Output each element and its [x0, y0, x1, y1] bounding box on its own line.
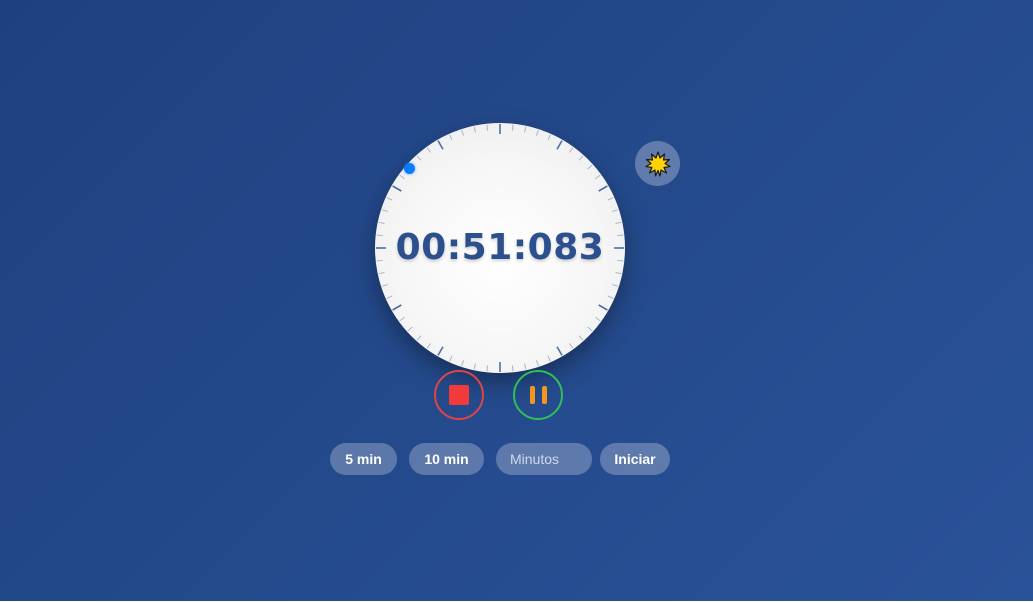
dial-minor-tick [547, 355, 551, 362]
dial-minor-tick [473, 126, 476, 133]
dial-minor-tick [407, 326, 413, 332]
dial-minor-tick [535, 360, 539, 367]
dial-minor-tick [612, 283, 619, 287]
stop-icon [449, 385, 469, 405]
preset-10-min-button[interactable]: 10 min [409, 443, 484, 475]
dial-major-tick [437, 346, 444, 356]
dial-major-tick [392, 185, 402, 192]
dial-minor-tick [449, 355, 453, 362]
dial-minor-tick [426, 343, 432, 349]
dial-minor-tick [399, 174, 405, 180]
dial-minor-tick [416, 335, 422, 341]
dial-minor-tick [578, 335, 584, 341]
dial-minor-tick [612, 209, 619, 213]
dial-minor-tick [547, 134, 551, 141]
dial-major-tick [392, 304, 402, 311]
dial-major-tick [437, 140, 444, 150]
sun-icon [644, 150, 671, 177]
dial-minor-tick [486, 124, 489, 131]
minutes-input[interactable] [496, 443, 592, 475]
dial-major-tick [598, 185, 608, 192]
dial-minor-tick [595, 174, 601, 180]
dial-minor-tick [378, 272, 385, 275]
theme-toggle-button[interactable] [635, 141, 680, 186]
dial-minor-tick [461, 129, 465, 136]
pause-icon [529, 386, 547, 404]
dial-minor-tick [615, 221, 622, 224]
dial-minor-tick [568, 147, 574, 153]
preset-5-min-button[interactable]: 5 min [330, 443, 397, 475]
dial-minor-tick [595, 316, 601, 322]
dial-minor-tick [486, 365, 489, 372]
dial-minor-tick [524, 363, 527, 370]
timer-dial: 00:51:083 [375, 123, 625, 373]
dial-minor-tick [535, 129, 539, 136]
dial-minor-tick [607, 197, 614, 201]
progress-indicator-dot [404, 163, 415, 174]
dial-minor-tick [381, 209, 388, 213]
dial-minor-tick [461, 360, 465, 367]
dial-minor-tick [449, 134, 453, 141]
dial-minor-tick [578, 155, 584, 161]
dial-minor-tick [426, 147, 432, 153]
dial-major-tick [556, 140, 563, 150]
dial-minor-tick [381, 283, 388, 287]
dial-minor-tick [511, 365, 514, 372]
dial-minor-tick [607, 295, 614, 299]
pause-button[interactable] [513, 370, 563, 420]
dial-minor-tick [386, 197, 393, 201]
dial-minor-tick [399, 316, 405, 322]
dial-minor-tick [524, 126, 527, 133]
dial-minor-tick [587, 164, 593, 170]
dial-minor-tick [615, 272, 622, 275]
dial-minor-tick [378, 221, 385, 224]
stop-button[interactable] [434, 370, 484, 420]
dial-major-tick [598, 304, 608, 311]
dial-minor-tick [386, 295, 393, 299]
time-display: 00:51:083 [395, 227, 605, 268]
dial-minor-tick [416, 155, 422, 161]
dial-minor-tick [587, 326, 593, 332]
dial-minor-tick [511, 124, 514, 131]
dial-minor-tick [473, 363, 476, 370]
dial-major-tick [556, 346, 563, 356]
dial-minor-tick [568, 343, 574, 349]
start-button[interactable]: Iniciar [600, 443, 670, 475]
